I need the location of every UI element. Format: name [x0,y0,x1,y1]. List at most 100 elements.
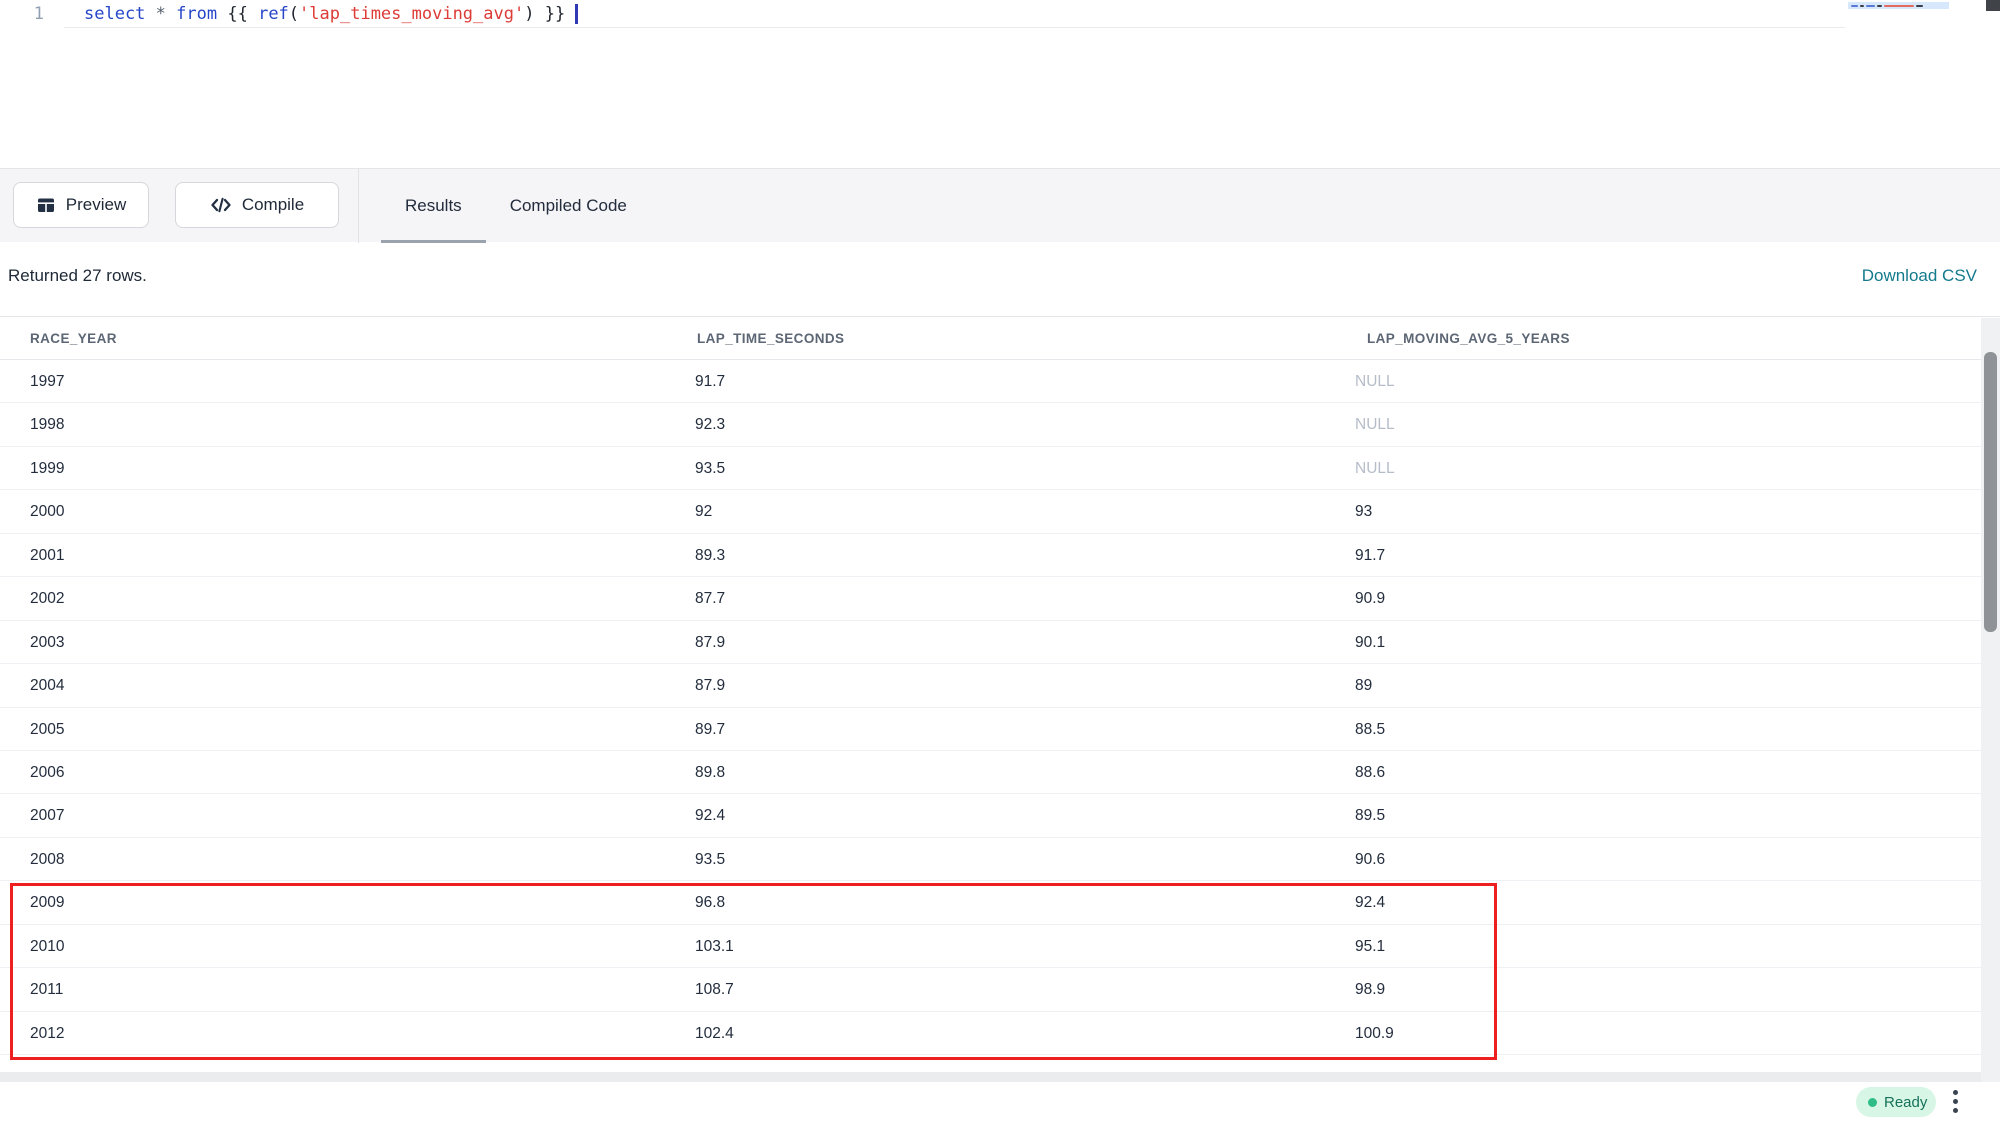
cell-lap-moving-avg: 88.5 [1355,708,1385,751]
sql-token [166,4,176,24]
cell-lap-moving-avg: 91.7 [1355,534,1385,577]
cell-race-year: 2005 [30,708,64,751]
cell-lap-moving-avg: 88.6 [1355,751,1385,794]
tab-compiled-code[interactable]: Compiled Code [486,169,651,243]
cell-lap-moving-avg: 90.6 [1355,838,1385,881]
table-row[interactable]: 2011 108.7 98.9 [0,968,1981,1011]
tab-compiled-code-label: Compiled Code [510,196,627,216]
cell-race-year: 2001 [30,534,64,577]
cell-lap-time-seconds: 103.1 [695,925,734,968]
compile-button-label: Compile [242,195,304,215]
results-scrollbar-track[interactable] [1981,318,2000,1082]
panel-divider-band [0,1072,1981,1082]
preview-button-label: Preview [66,195,126,215]
cell-lap-moving-avg: NULL [1355,447,1395,490]
preview-button[interactable]: Preview [13,182,149,228]
sql-token: ( [289,4,299,24]
cell-race-year: 1998 [30,403,64,446]
cell-lap-moving-avg: 98.9 [1355,968,1385,1011]
cell-lap-time-seconds: 96.8 [695,881,725,924]
sql-string-token: 'lap_times_moving_avg' [299,4,524,24]
sql-editor[interactable]: 1 select * from {{ ref('lap_times_moving… [0,0,2000,168]
minimap-mark [1916,5,1923,7]
cell-race-year: 2007 [30,794,64,837]
table-row[interactable]: 2001 89.3 91.7 [0,534,1981,577]
status-badge-label: Ready [1884,1094,1927,1111]
results-tabs: Results Compiled Code [381,169,651,243]
table-row[interactable]: 1998 92.3 NULL [0,403,1981,446]
table-row[interactable]: 1997 91.7 NULL [0,360,1981,403]
editor-scrollbar-thumb[interactable] [1986,0,2000,11]
kebab-menu-icon[interactable] [1953,1090,1959,1113]
cell-lap-time-seconds: 87.9 [695,664,725,707]
cell-lap-time-seconds: 93.5 [695,838,725,881]
cell-race-year: 2012 [30,1012,64,1055]
results-scrollbar-thumb[interactable] [1984,352,1997,632]
sql-token: {{ [217,4,258,24]
sql-token: select [84,4,145,24]
minimap-mark [1860,5,1864,7]
compile-button[interactable]: Compile [175,182,339,228]
cell-lap-moving-avg: NULL [1355,403,1395,446]
table-row[interactable]: 2005 89.7 88.5 [0,708,1981,751]
cell-lap-time-seconds: 102.4 [695,1012,734,1055]
download-csv-link[interactable]: Download CSV [1862,266,1977,286]
table-row[interactable]: 2002 87.7 90.9 [0,577,1981,620]
sql-token: ) [524,4,534,24]
tab-results-label: Results [405,196,462,216]
column-header-lap-moving-avg-5-years[interactable]: LAP_MOVING_AVG_5_YEARS [1367,317,1570,361]
cell-lap-time-seconds: 89.3 [695,534,725,577]
results-toolbar: Preview Compile Results Compiled Code [0,168,2000,242]
cell-lap-time-seconds: 108.7 [695,968,734,1011]
minimap-mark [1877,5,1882,7]
minimap-mark [1851,5,1858,7]
cell-lap-time-seconds: 87.7 [695,577,725,620]
toolbar-divider [358,169,359,243]
cell-race-year: 2004 [30,664,64,707]
sql-code-line[interactable]: select * from {{ ref('lap_times_moving_a… [84,0,578,28]
table-row[interactable]: 2010 103.1 95.1 [0,925,1981,968]
sql-token [145,4,155,24]
cell-lap-time-seconds: 92.4 [695,794,725,837]
sql-token: }} [534,4,575,24]
table-row[interactable]: 2000 92 93 [0,490,1981,533]
column-header-lap-time-seconds[interactable]: LAP_TIME_SECONDS [697,317,844,361]
cell-race-year: 2010 [30,925,64,968]
cell-race-year: 2006 [30,751,64,794]
table-row[interactable]: 2012 102.4 100.9 [0,1012,1981,1055]
sql-token: from [176,4,217,24]
cell-lap-moving-avg: 95.1 [1355,925,1385,968]
cell-lap-time-seconds: 89.7 [695,708,725,751]
table-row[interactable]: 2003 87.9 90.1 [0,621,1981,664]
cell-race-year: 2002 [30,577,64,620]
table-row[interactable]: 2008 93.5 90.6 [0,838,1981,881]
text-cursor [575,4,578,24]
table-row[interactable]: 2006 89.8 88.6 [0,751,1981,794]
editor-minimap[interactable] [1848,2,1949,9]
cell-race-year: 2009 [30,881,64,924]
results-table-header: RACE_YEAR LAP_TIME_SECONDS LAP_MOVING_AV… [0,316,2000,360]
ready-dot-icon [1868,1098,1877,1107]
cell-lap-moving-avg: 93 [1355,490,1372,533]
cell-race-year: 1997 [30,360,64,403]
table-row[interactable]: 1999 93.5 NULL [0,447,1981,490]
column-header-race-year[interactable]: RACE_YEAR [30,317,117,361]
cell-lap-moving-avg: 89.5 [1355,794,1385,837]
cell-lap-time-seconds: 93.5 [695,447,725,490]
cell-lap-time-seconds: 92.3 [695,403,725,446]
line-number: 1 [24,0,44,28]
cell-race-year: 2011 [30,968,63,1011]
code-icon [210,195,232,215]
cell-race-year: 2003 [30,621,64,664]
cell-lap-moving-avg: 89 [1355,664,1372,707]
tab-results[interactable]: Results [381,169,486,243]
table-row[interactable]: 2007 92.4 89.5 [0,794,1981,837]
cell-race-year: 2008 [30,838,64,881]
row-count-summary: Returned 27 rows. [8,266,147,286]
table-row[interactable]: 2004 87.9 89 [0,664,1981,707]
cell-race-year: 1999 [30,447,64,490]
cell-lap-time-seconds: 91.7 [695,360,725,403]
cell-lap-moving-avg: 92.4 [1355,881,1385,924]
cell-lap-moving-avg: 100.9 [1355,1012,1394,1055]
table-row[interactable]: 2009 96.8 92.4 [0,881,1981,924]
